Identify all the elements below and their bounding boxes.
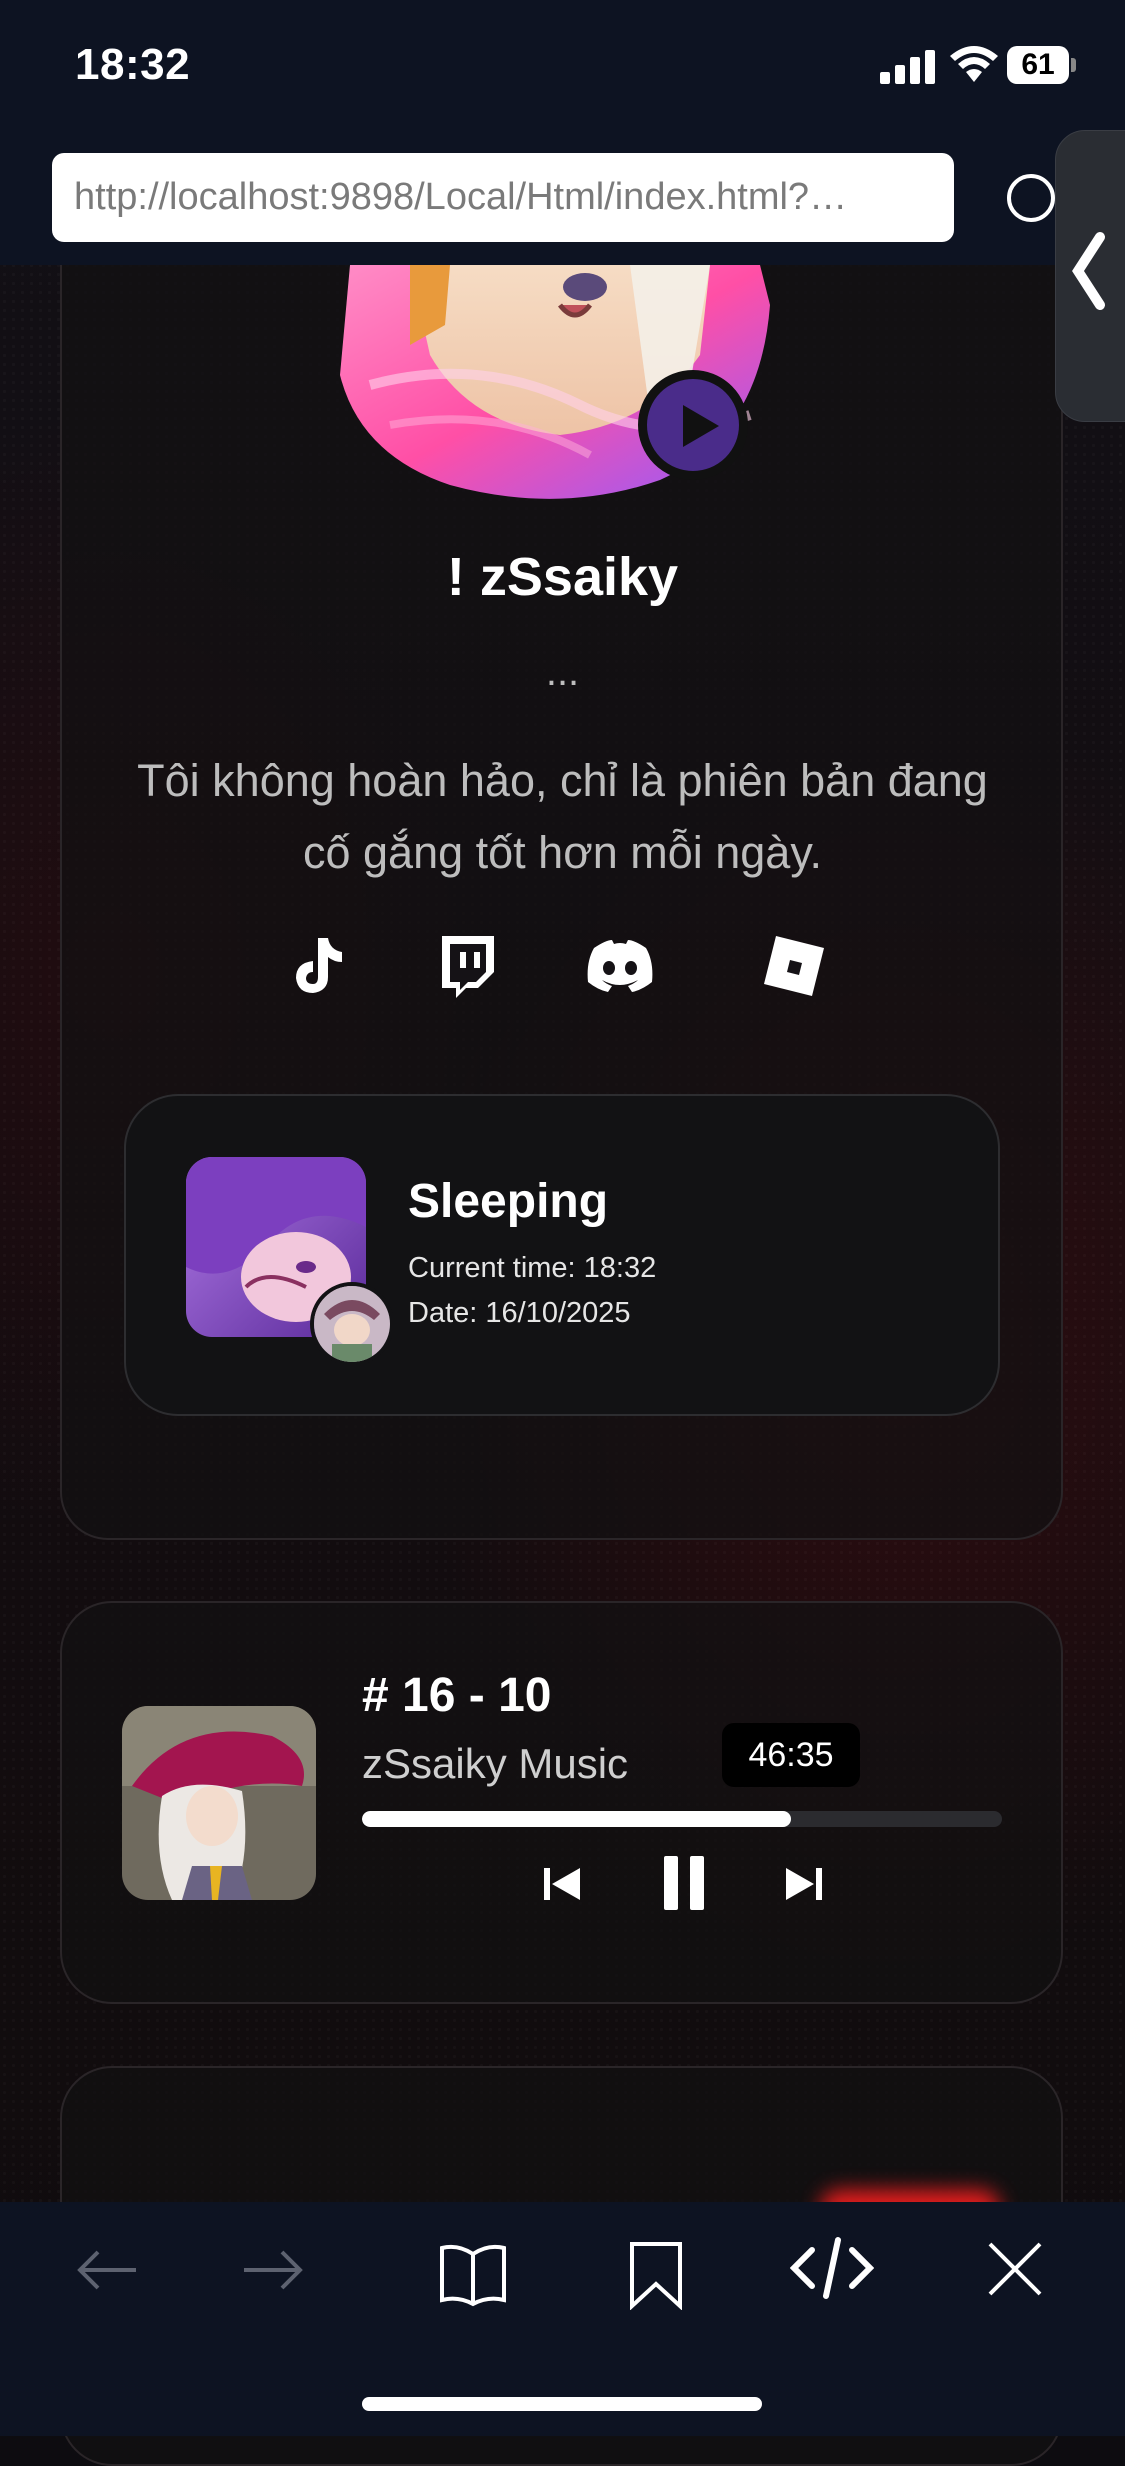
previous-track-button[interactable] (540, 1862, 584, 1911)
book-icon[interactable] (438, 2242, 508, 2313)
status-current-time: Current time: 18:32 (408, 1252, 657, 1284)
pause-icon (664, 1856, 704, 1910)
wifi-icon (950, 44, 998, 84)
code-icon[interactable] (789, 2236, 875, 2305)
status-badge-avatar (310, 1282, 394, 1366)
url-field[interactable]: http://localhost:9898/Local/Html/index.h… (52, 153, 954, 242)
side-panel-handle[interactable] (1055, 130, 1125, 422)
tiktok-icon[interactable] (280, 930, 352, 1002)
status-date: Date: 16/10/2025 (408, 1297, 631, 1329)
track-artist: zSsaiky Music (362, 1740, 629, 1787)
battery-level: 61 (1007, 46, 1069, 84)
status-time: 18:32 (75, 40, 191, 89)
next-track-button[interactable] (782, 1862, 826, 1911)
roblox-icon[interactable] (758, 930, 830, 1002)
home-indicator (362, 2397, 762, 2411)
profile-name: ! zSsaiky (446, 547, 679, 607)
twitch-icon[interactable] (430, 930, 502, 1002)
play-button[interactable] (638, 370, 748, 480)
profile-bio: Tôi không hoàn hảo, chỉ là phiên bản đan… (137, 755, 988, 878)
back-arrow-icon[interactable] (72, 2240, 142, 2305)
progress-bar[interactable] (362, 1811, 1002, 1827)
track-title: # 16 - 10 (362, 1669, 552, 1722)
album-cover (122, 1706, 316, 1900)
status-title: Sleeping (408, 1175, 609, 1228)
profile-status-ellipsis: ... (545, 650, 580, 694)
track-time-tooltip: 46:35 (722, 1723, 860, 1787)
forward-arrow-icon[interactable] (238, 2240, 308, 2305)
discord-icon[interactable] (582, 930, 654, 1002)
play-icon (683, 405, 719, 447)
skip-next-icon (786, 1868, 822, 1900)
bookmark-icon[interactable] (628, 2240, 684, 2315)
cellular-signal-icon (880, 48, 936, 84)
reload-icon[interactable] (1005, 172, 1057, 224)
progress-fill (362, 1811, 791, 1827)
skip-previous-icon (544, 1868, 580, 1900)
pause-button[interactable] (660, 1854, 708, 1917)
close-icon[interactable] (986, 2240, 1044, 2303)
battery-icon: 61 (1007, 46, 1076, 84)
chevron-left-icon (1072, 232, 1105, 310)
